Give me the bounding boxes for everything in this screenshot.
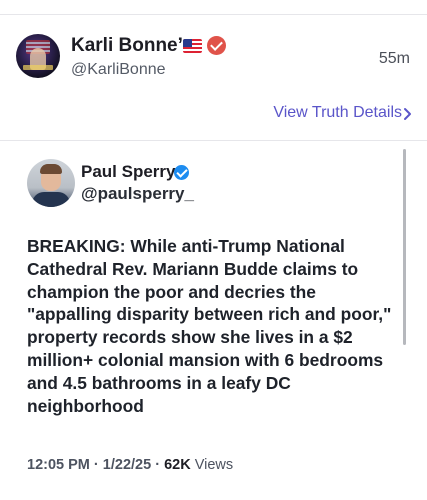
- views-count: 62K: [164, 457, 191, 473]
- avatar-hair: [40, 164, 62, 174]
- quoted-post-time: 12:05 PM: [27, 457, 90, 473]
- quoted-author-handle[interactable]: @paulsperry_: [81, 184, 194, 204]
- verified-badge-icon: [207, 36, 226, 55]
- meta-separator: ·: [93, 457, 99, 473]
- avatar-caption-graphic: [23, 65, 53, 70]
- post-timestamp: 55m: [378, 50, 410, 67]
- author-handle[interactable]: @KarliBonne: [71, 61, 166, 79]
- scrollbar[interactable]: [403, 149, 406, 345]
- verified-check-icon: [174, 165, 189, 180]
- author-avatar[interactable]: [16, 34, 60, 78]
- author-name[interactable]: Karli Bonne’: [71, 35, 183, 57]
- view-truth-details-link[interactable]: View Truth Details: [273, 104, 402, 122]
- quoted-post[interactable]: Paul Sperry @paulsperry_ BREAKING: While…: [0, 141, 427, 500]
- avatar-body: [32, 192, 70, 207]
- quoted-post-meta: 12:05 PM · 1/22/25 · 62K Views: [27, 457, 233, 473]
- quoted-author-name[interactable]: Paul Sperry: [81, 162, 176, 182]
- post-header: Karli Bonne’ @KarliBonne 55m: [0, 30, 427, 90]
- top-divider: [0, 14, 427, 15]
- us-flag-icon: [183, 39, 202, 53]
- meta-separator: ·: [155, 457, 161, 473]
- quoted-post-text: BREAKING: While anti-Trump National Cath…: [27, 236, 392, 416]
- quoted-post-date: 1/22/25: [102, 457, 152, 473]
- quoted-author-avatar[interactable]: [27, 159, 75, 207]
- views-label: Views: [194, 457, 234, 473]
- chevron-right-icon[interactable]: [402, 107, 413, 121]
